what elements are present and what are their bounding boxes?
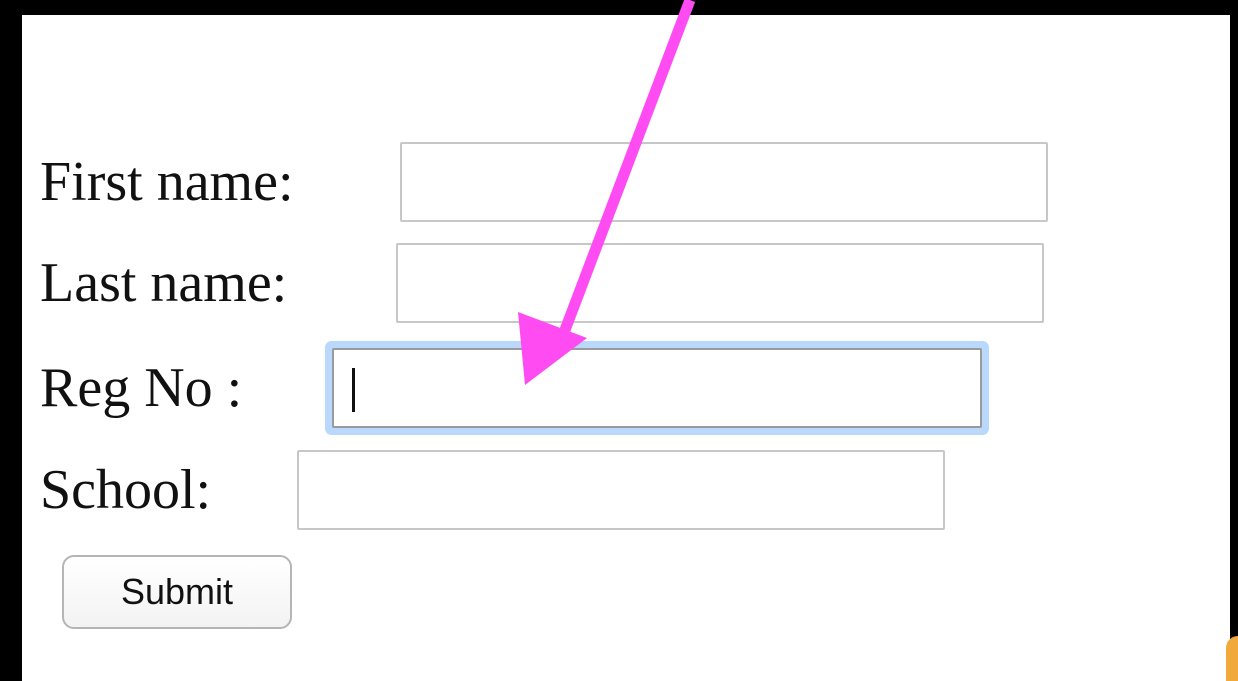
school-label: School: <box>40 459 212 521</box>
first-name-input[interactable] <box>400 142 1048 222</box>
form-page: First name: Last name: Reg No : School: … <box>22 15 1230 681</box>
last-name-input[interactable] <box>396 243 1044 323</box>
reg-no-input[interactable] <box>332 348 982 428</box>
reg-no-label: Reg No : <box>40 357 243 419</box>
text-caret <box>352 368 355 412</box>
corner-accent <box>1226 636 1238 681</box>
last-name-label: Last name: <box>40 252 288 314</box>
school-input[interactable] <box>297 450 945 530</box>
submit-button[interactable]: Submit <box>62 555 292 629</box>
first-name-label: First name: <box>40 151 294 213</box>
